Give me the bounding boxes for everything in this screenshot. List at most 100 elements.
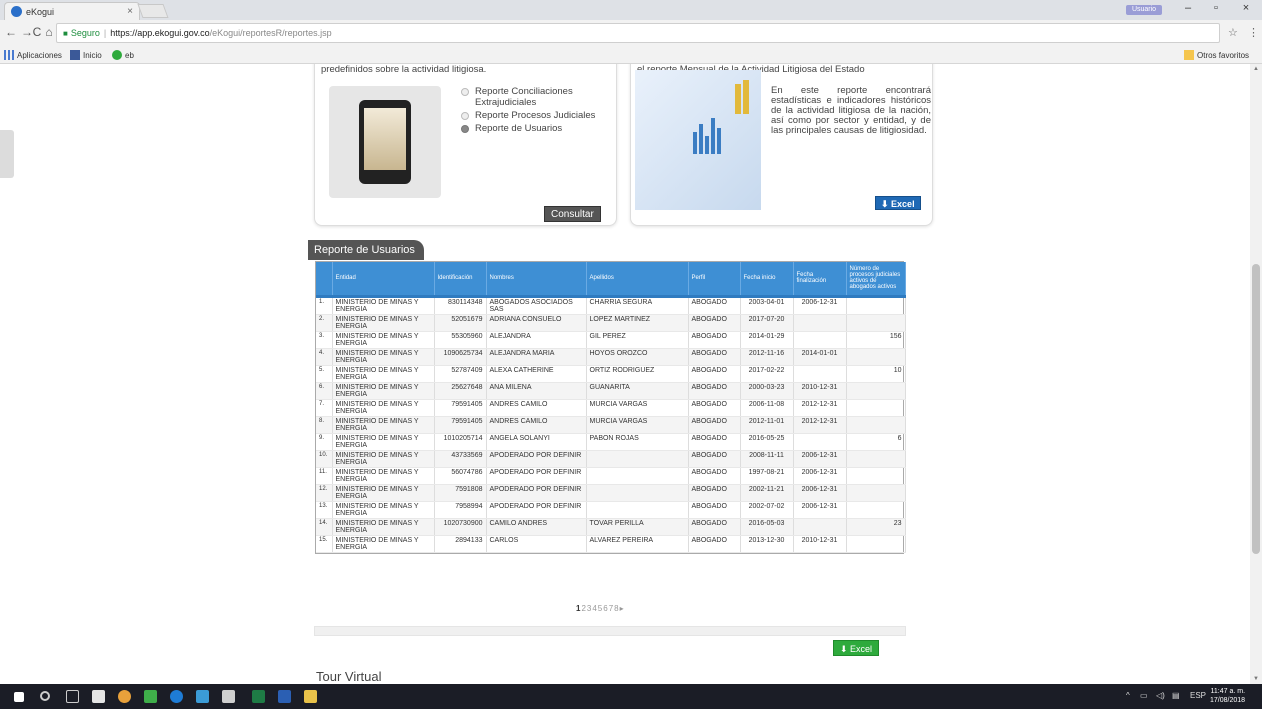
- col-fecha-inicio[interactable]: Fecha inicio: [740, 262, 794, 298]
- col-nombres[interactable]: Nombres: [486, 262, 587, 298]
- cell-numero-procesos: [846, 467, 906, 485]
- chrome-icon[interactable]: [118, 690, 131, 703]
- cell-fecha-finalizacion: 2010-12-31: [793, 535, 847, 553]
- radio-procesos[interactable]: [461, 112, 469, 120]
- word-app-icon[interactable]: [278, 690, 291, 703]
- bookmark-apps[interactable]: Aplicaciones: [4, 50, 62, 60]
- cell-index: 3.: [316, 331, 333, 349]
- col-entidad[interactable]: Entidad: [332, 262, 435, 298]
- cell-fecha-inicio: 2002-07-02: [740, 501, 794, 519]
- cell-identificacion: 1020730900: [434, 518, 487, 536]
- cell-perfil: ABOGADO: [688, 365, 741, 383]
- scroll-down-icon[interactable]: ▼: [1253, 676, 1259, 682]
- bookmark-eb[interactable]: eb: [112, 50, 134, 60]
- new-tab-button[interactable]: [137, 4, 169, 18]
- cell-nombres: ANA MILENA: [486, 382, 587, 400]
- col-numero-procesos[interactable]: Número de procesos judiciales activos de…: [846, 262, 906, 298]
- photos-icon[interactable]: [196, 690, 209, 703]
- cell-perfil: ABOGADO: [688, 314, 741, 332]
- cell-perfil: ABOGADO: [688, 348, 741, 366]
- scroll-up-icon[interactable]: ▲: [1253, 66, 1259, 72]
- bookmark-inicio[interactable]: Inicio: [70, 50, 102, 60]
- excel-export-button[interactable]: ⬇ Excel: [833, 640, 880, 656]
- cell-nombres: ALEJANDRA: [486, 331, 587, 349]
- cell-identificacion: 79591405: [434, 416, 487, 434]
- option-conciliaciones[interactable]: Reporte Conciliaciones Extrajudiciales: [461, 86, 595, 108]
- option-usuarios[interactable]: Reporte de Usuarios: [461, 123, 595, 134]
- cell-identificacion: 2894133: [434, 535, 487, 553]
- cell-entidad: MINISTERIO DE MINAS Y ENERGIA: [332, 484, 435, 502]
- tab-close-icon[interactable]: ×: [127, 6, 133, 17]
- radio-conciliaciones[interactable]: [461, 88, 469, 96]
- option-procesos[interactable]: Reporte Procesos Judiciales: [461, 110, 595, 121]
- tablet-image: [329, 86, 441, 198]
- cell-fecha-inicio: 1997-08-21: [740, 467, 794, 485]
- store-icon[interactable]: [92, 690, 105, 703]
- cell-identificacion: 52051679: [434, 314, 487, 332]
- network-icon[interactable]: ▭: [1140, 691, 1148, 700]
- window-close-icon[interactable]: ×: [1234, 2, 1258, 14]
- cell-fecha-finalizacion: 2012-12-31: [793, 416, 847, 434]
- home-icon[interactable]: ⌂: [42, 25, 56, 39]
- eb-icon: [112, 50, 122, 60]
- tray-chevron-icon[interactable]: ^: [1126, 691, 1130, 700]
- notification-icon[interactable]: ▤: [1172, 691, 1180, 700]
- address-bar[interactable]: ■ Seguro | https://app.ekogui.gov.co /eK…: [56, 23, 1220, 43]
- search-icon[interactable]: [40, 691, 50, 701]
- scroll-thumb[interactable]: [1252, 264, 1260, 554]
- cell-numero-procesos: [846, 382, 906, 400]
- bookmark-star-icon[interactable]: ☆: [1228, 26, 1238, 39]
- edge-icon[interactable]: [170, 690, 183, 703]
- col-fecha-finalizacion[interactable]: Fecha finalización: [793, 262, 847, 298]
- taskbar-clock[interactable]: 11:47 a. m. 17/08/2018: [1210, 687, 1245, 705]
- maximize-icon[interactable]: ▫: [1204, 2, 1228, 14]
- cell-identificacion: 56074786: [434, 467, 487, 485]
- cell-fecha-inicio: 2012-11-16: [740, 348, 794, 366]
- cell-apellidos: [586, 467, 689, 485]
- cell-perfil: ABOGADO: [688, 518, 741, 536]
- cell-fecha-finalizacion: [793, 331, 847, 349]
- table-horizontal-scrollbar[interactable]: [314, 626, 906, 636]
- page-content: predefinidos sobre la actividad litigios…: [0, 64, 1262, 684]
- cell-index: 8.: [316, 416, 333, 434]
- cell-identificacion: 7591808: [434, 484, 487, 502]
- cell-fecha-finalizacion: 2006-12-31: [793, 467, 847, 485]
- side-tab[interactable]: [0, 130, 14, 178]
- excel-app-icon[interactable]: [252, 690, 265, 703]
- radio-usuarios[interactable]: [461, 125, 469, 133]
- cell-apellidos: [586, 450, 689, 468]
- excel-monthly-button[interactable]: ⬇ Excel: [875, 196, 921, 210]
- next-page-icon[interactable]: ▸: [620, 604, 625, 613]
- col-apellidos[interactable]: Apellidos: [586, 262, 689, 298]
- excel-monthly-label: Excel: [891, 199, 915, 209]
- task-view-icon[interactable]: [66, 690, 79, 703]
- cell-fecha-finalizacion: 2006-12-31: [793, 484, 847, 502]
- table-row: 9. MINISTERIO DE MINAS Y ENERGIA 101020571…: [316, 433, 906, 451]
- cell-fecha-finalizacion: 2006-12-31: [793, 450, 847, 468]
- bookmark-other[interactable]: Otros favoritos: [1184, 50, 1249, 60]
- app-green-icon[interactable]: [144, 690, 157, 703]
- tab-ekogui[interactable]: eKogui ×: [4, 2, 140, 20]
- cell-perfil: ABOGADO: [688, 467, 741, 485]
- cell-identificacion: 79591405: [434, 399, 487, 417]
- volume-icon[interactable]: ◁): [1156, 691, 1165, 700]
- bookmark-other-label: Otros favoritos: [1197, 50, 1250, 60]
- cell-numero-procesos: 23: [846, 518, 906, 536]
- page-scrollbar[interactable]: ▲ ▼: [1250, 64, 1262, 684]
- cell-fecha-inicio: 2016-05-03: [740, 518, 794, 536]
- page-others[interactable]: 2345678: [581, 604, 619, 613]
- language-indicator[interactable]: ESP: [1190, 691, 1206, 700]
- minimize-icon[interactable]: –: [1176, 2, 1200, 14]
- consultar-button[interactable]: Consultar: [544, 206, 601, 222]
- col-perfil[interactable]: Perfil: [688, 262, 741, 298]
- profile-badge[interactable]: Usuario: [1126, 5, 1162, 15]
- file-explorer-icon[interactable]: [304, 690, 317, 703]
- calculator-icon[interactable]: [222, 690, 235, 703]
- cell-index: 2.: [316, 314, 333, 332]
- bookmark-inicio-label: Inicio: [83, 50, 102, 60]
- browser-menu-icon[interactable]: ⋮: [1248, 26, 1259, 39]
- clock-time: 11:47 a. m.: [1210, 688, 1246, 695]
- windows-start-icon[interactable]: [14, 692, 24, 702]
- back-icon[interactable]: ←: [4, 25, 18, 39]
- col-identificacion[interactable]: Identificación: [434, 262, 487, 298]
